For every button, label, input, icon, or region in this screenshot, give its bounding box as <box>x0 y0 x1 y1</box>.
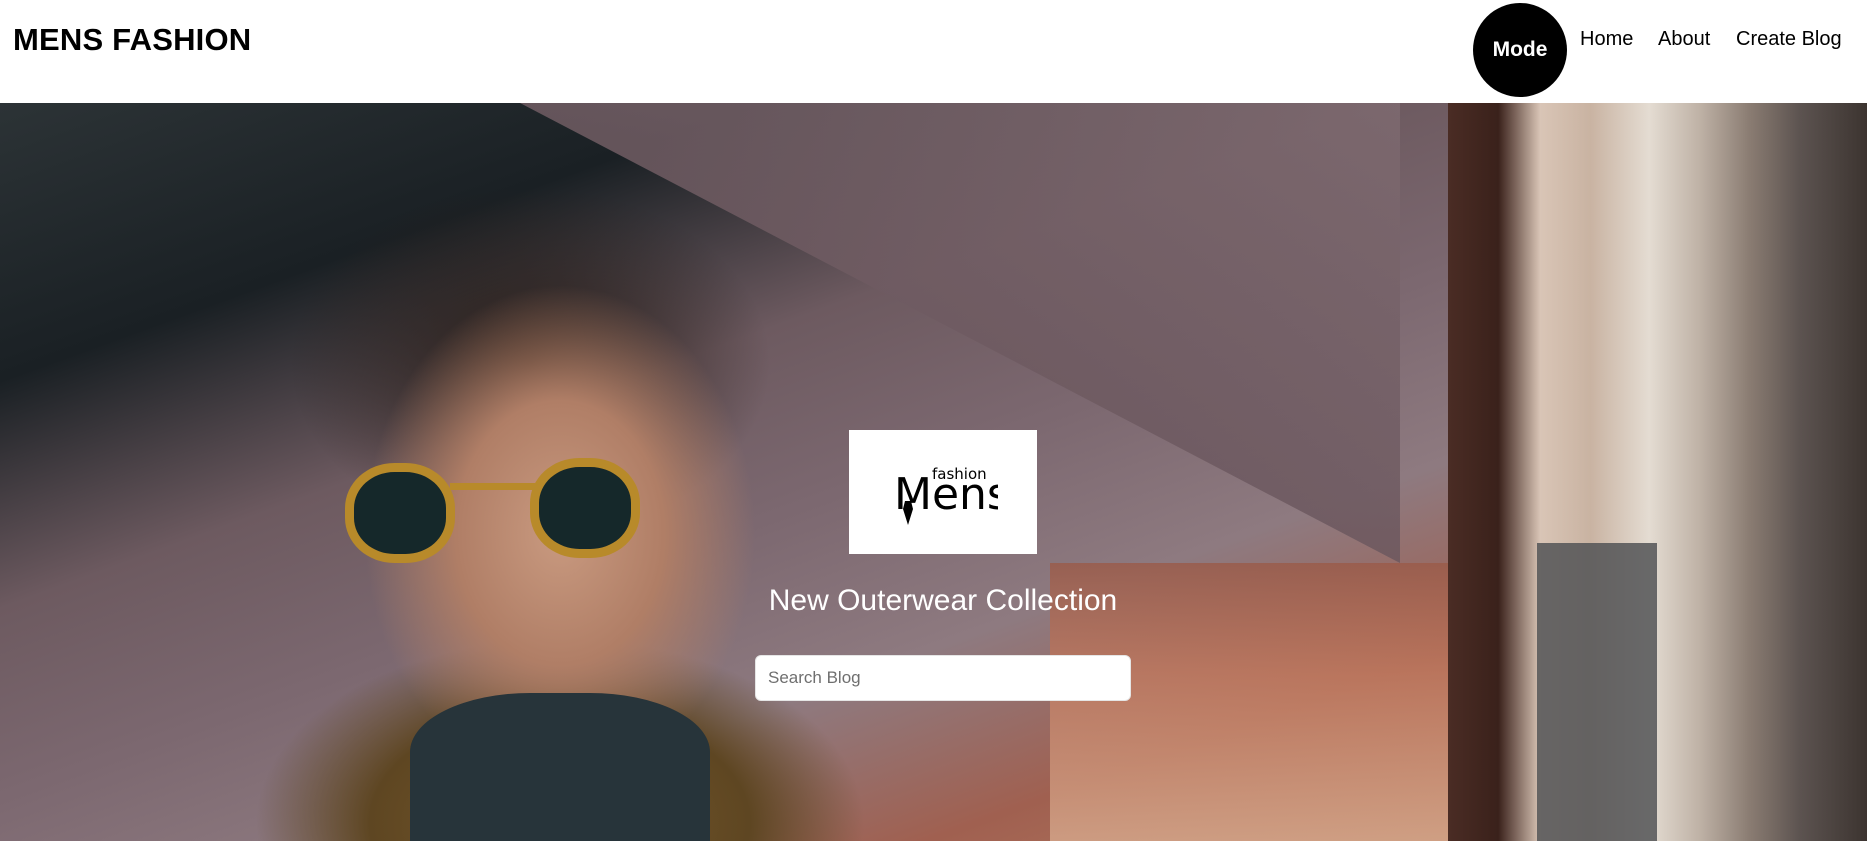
hero-content: Mens fashion New Outerwear Collection <box>0 103 1867 841</box>
nav-link-create-blog[interactable]: Create Blog <box>1736 28 1842 51</box>
nav-link-about[interactable]: About <box>1658 28 1710 51</box>
brand-logo: Mens fashion <box>849 430 1037 554</box>
mode-toggle-button[interactable]: Mode <box>1473 3 1567 97</box>
site-brand[interactable]: MENS FASHION <box>13 22 251 58</box>
search-blog-input[interactable] <box>755 655 1131 701</box>
mens-fashion-logo: Mens fashion <box>894 465 998 525</box>
necktie-icon <box>903 501 913 525</box>
navbar: MENS FASHION Mode Home About Create Blog <box>0 0 1867 103</box>
hero-headline: New Outerwear Collection <box>768 584 1118 617</box>
logo-small-text: fashion <box>932 465 987 483</box>
nav-link-home[interactable]: Home <box>1580 28 1633 51</box>
